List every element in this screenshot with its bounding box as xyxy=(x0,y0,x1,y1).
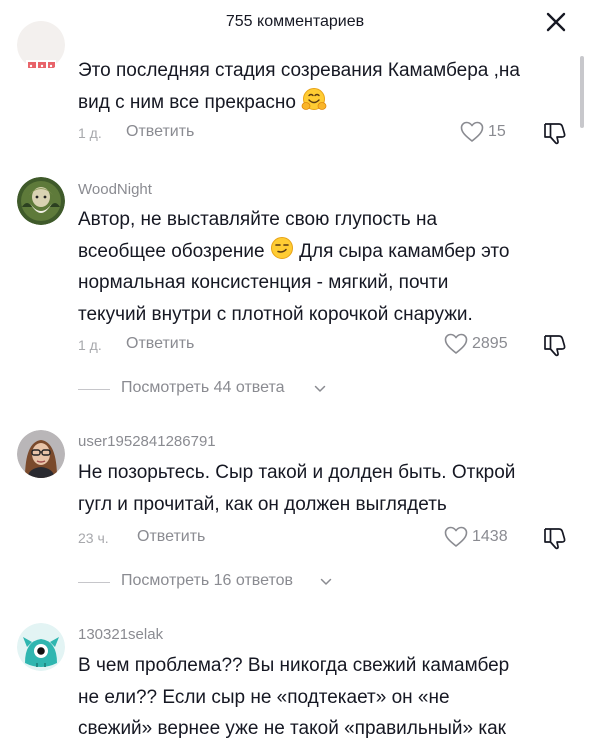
heart-outline-icon xyxy=(444,333,468,354)
like-button[interactable]: 15 xyxy=(460,120,512,146)
divider-line xyxy=(78,582,110,583)
dislike-button[interactable] xyxy=(542,120,568,146)
chevron-down-icon xyxy=(320,578,332,585)
view-replies-button[interactable]: Посмотреть 16 ответов xyxy=(78,572,348,594)
reply-button[interactable]: Ответить xyxy=(126,123,194,141)
heart-outline-icon xyxy=(444,526,468,547)
heart-outline-icon xyxy=(460,121,484,142)
comment-text: Автор, не выставляйте свою глупость на в… xyxy=(78,209,510,325)
dislike-button[interactable] xyxy=(542,332,568,358)
close-button[interactable] xyxy=(544,10,568,34)
comment-meta: 1 д. Ответить 15 xyxy=(78,120,590,147)
thumb-down-icon xyxy=(544,123,566,145)
username[interactable]: WoodNight xyxy=(78,181,152,198)
thumb-down-icon xyxy=(544,528,566,550)
comment-text: Это последняя стадия созревания Камамбер… xyxy=(78,60,520,113)
comment-meta: 23 ч. Ответить 1438 xyxy=(78,525,590,552)
comments-header: 755 комментариев xyxy=(0,0,590,44)
avatar[interactable] xyxy=(17,430,65,478)
comment-meta: 1 д. Ответить 2895 xyxy=(78,332,590,359)
reply-button[interactable]: Ответить xyxy=(137,528,205,546)
hugging-face-emoji xyxy=(301,87,327,110)
avatar[interactable] xyxy=(17,177,65,225)
comments-count-title: 755 комментариев xyxy=(225,13,365,30)
username[interactable]: user1952841286791 xyxy=(78,433,216,450)
avatar[interactable] xyxy=(17,623,65,671)
comment-time: 23 ч. xyxy=(78,530,109,546)
view-replies-button[interactable]: Посмотреть 44 ответа xyxy=(78,379,338,401)
like-count: 2895 xyxy=(472,335,508,352)
like-button[interactable]: 1438 xyxy=(444,525,512,551)
comment-text: Не позорьтесь. Сыр такой и долден быть. … xyxy=(78,462,516,515)
smirking-face-emoji xyxy=(270,236,293,259)
avatar[interactable] xyxy=(17,18,65,72)
like-count: 1438 xyxy=(472,528,508,545)
thumb-down-icon xyxy=(544,335,566,357)
chevron-down-icon xyxy=(314,385,326,392)
scrollbar[interactable] xyxy=(580,56,584,128)
comment-text: В чем проблема?? Вы никогда свежий камам… xyxy=(78,655,510,739)
close-icon xyxy=(546,12,566,32)
like-count: 15 xyxy=(488,123,506,140)
divider-line xyxy=(78,389,110,390)
like-button[interactable]: 2895 xyxy=(444,332,512,358)
username[interactable]: 130321selak xyxy=(78,626,163,643)
comment-time: 1 д. xyxy=(78,337,102,353)
comment-time: 1 д. xyxy=(78,125,102,141)
reply-button[interactable]: Ответить xyxy=(126,335,194,353)
dislike-button[interactable] xyxy=(542,525,568,551)
